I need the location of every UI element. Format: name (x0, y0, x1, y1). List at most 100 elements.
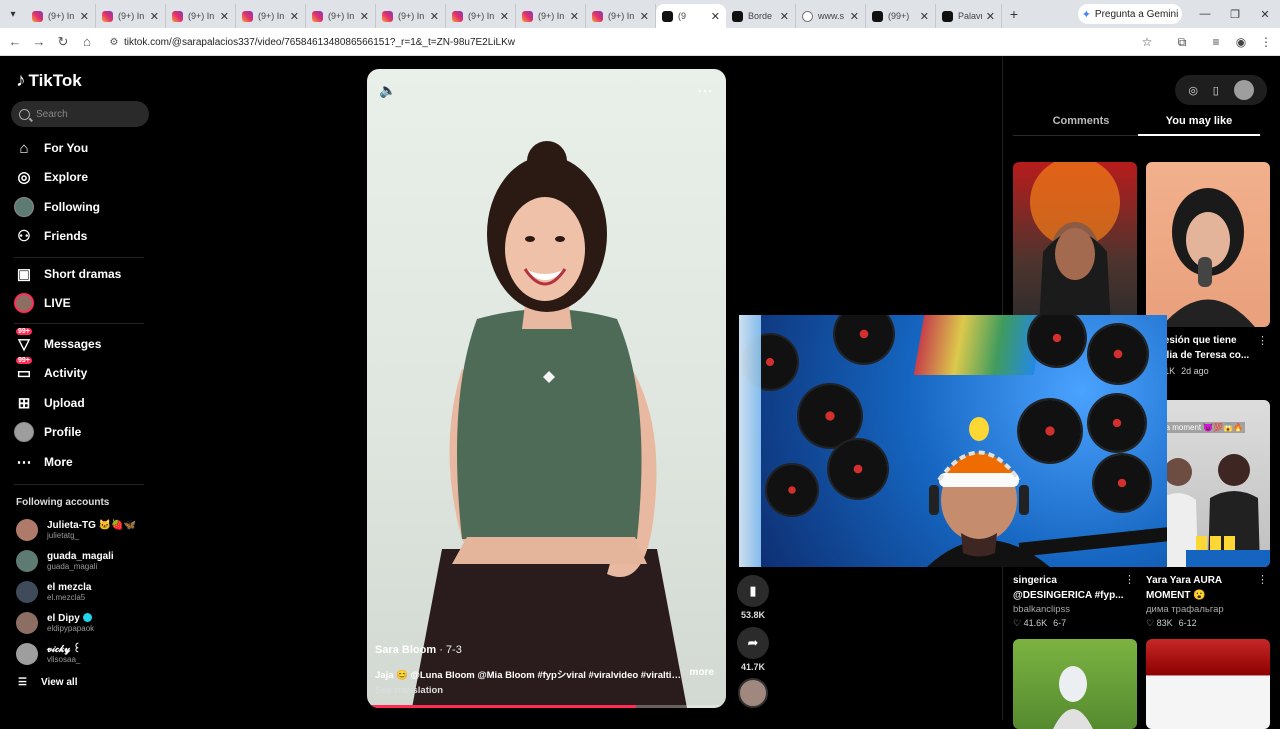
reload-icon[interactable]: ↻ (51, 30, 75, 54)
new-tab-icon[interactable]: + (1002, 6, 1026, 22)
tab-close-icon[interactable]: ✕ (290, 10, 299, 23)
browser-tab[interactable]: (9+) In ✕ (306, 4, 376, 28)
tab-close-icon[interactable]: ✕ (986, 10, 995, 23)
card-options-icon[interactable]: ⋮ (1257, 334, 1268, 347)
caption-more-button[interactable]: more (690, 667, 714, 678)
nav-short-dramas[interactable]: ▣ Short dramas (14, 262, 121, 286)
see-translation-link[interactable]: See translation (375, 685, 443, 696)
card-author[interactable]: дима трафальгар (1146, 604, 1270, 615)
view-all-button[interactable]: ☰ View all (18, 677, 77, 688)
following-account[interactable]: Julieta-TG 🐱🍓🦋 julietatg_ (16, 516, 136, 544)
nav-activity[interactable]: ▭ 99+ Activity (14, 357, 87, 385)
video-more-icon[interactable]: ⋯ (697, 81, 714, 101)
close-window-icon[interactable]: ✕ (1250, 0, 1280, 28)
volume-icon[interactable]: 🔈 (379, 82, 396, 99)
extensions-icon[interactable]: ⧉ (1170, 30, 1194, 54)
gemini-button[interactable]: ✦ Pregunta a Gemini (1078, 4, 1182, 24)
nav-messages[interactable]: ▽ 99+ Messages (14, 328, 101, 356)
explore-compass-icon[interactable]: ◎ (1188, 84, 1198, 97)
nav-more[interactable]: ⋯ More (14, 450, 73, 474)
profile-icon[interactable]: ◉ (1229, 30, 1253, 54)
tab-close-icon[interactable]: ✕ (920, 10, 929, 23)
tab-close-icon[interactable]: ✕ (430, 10, 439, 23)
card-thumbnail[interactable] (1146, 162, 1270, 327)
back-icon[interactable]: ← (3, 30, 27, 54)
nav-for-you[interactable]: ⌂ For You (14, 136, 88, 160)
forward-icon[interactable]: → (27, 30, 51, 54)
nav-following[interactable]: Following (14, 195, 100, 219)
card-thumbnail[interactable] (1013, 162, 1137, 327)
browser-tab[interactable]: (9+) In ✕ (376, 4, 446, 28)
video-author[interactable]: Sara Bloom · 7-3 (375, 644, 462, 656)
nav-upload[interactable]: ⊞ Upload (14, 391, 85, 415)
user-avatar[interactable] (1233, 80, 1254, 100)
tab-close-icon[interactable]: ✕ (780, 10, 789, 23)
tab-you-may-like[interactable]: You may like (1138, 115, 1260, 135)
card-title[interactable]: singerica @DESINGERICA #fyp... (1013, 573, 1125, 603)
tab-close-icon[interactable]: ✕ (360, 10, 369, 23)
site-info-icon[interactable]: ⚙ (104, 37, 124, 48)
nav-label: Profile (44, 425, 82, 439)
tab-close-icon[interactable]: ✕ (500, 10, 509, 23)
device-icon[interactable]: ▯ (1213, 84, 1219, 97)
following-account[interactable]: 𝓋𝒾𝒸𝓀𝓎 ꒰ vlisosaa_ (16, 640, 81, 668)
nav-live[interactable]: LIVE (14, 291, 71, 315)
following-account[interactable]: guada_magali guada_magali (16, 547, 114, 575)
tiktok-logo[interactable]: ♪ TikTok (16, 70, 82, 92)
tab-close-icon[interactable]: ✕ (640, 10, 649, 23)
tab-close-icon[interactable]: ✕ (850, 10, 859, 23)
browser-menu-icon[interactable]: ⋮ (1254, 30, 1278, 54)
vinyl-record (829, 440, 887, 498)
url-field[interactable]: ⚙ tiktok.com/@sarapalacios337/video/7658… (104, 31, 1164, 53)
following-account[interactable]: el mezcla el.mezcla5 (16, 578, 91, 606)
browser-tab[interactable]: (9+) In ✕ (446, 4, 516, 28)
browser-tab[interactable]: (9+) In ✕ (516, 4, 586, 28)
restore-icon[interactable]: ❐ (1220, 0, 1250, 28)
nav-label: Short dramas (44, 267, 122, 281)
browser-tab[interactable]: (9+) In ✕ (26, 4, 96, 28)
avatar (16, 519, 38, 541)
nav-profile[interactable]: Profile (14, 420, 81, 444)
card-author[interactable]: bbalkanclipss (1013, 604, 1137, 615)
nav-friends[interactable]: ⚇ Friends (14, 224, 87, 248)
video-player[interactable]: 🔈 ⋯ Sara Bloom · 7-3 Jaja 😊 @Luna Bloom … (367, 69, 726, 708)
video-progress-bar[interactable] (367, 705, 726, 708)
share-button[interactable]: ➦ (737, 627, 769, 659)
tab-search-icon[interactable]: ▾ (0, 0, 26, 28)
browser-tab[interactable]: Palavr ✕ (936, 4, 1002, 28)
following-account[interactable]: el Dipy eldipypapaok (16, 609, 94, 637)
browser-tab[interactable]: (9+) In ✕ (236, 4, 306, 28)
browser-tab[interactable]: Borde ✕ (726, 4, 796, 28)
tab-close-icon[interactable]: ✕ (570, 10, 579, 23)
sound-avatar[interactable] (738, 678, 768, 708)
floating-pip-video[interactable] (739, 315, 1167, 567)
browser-tab[interactable]: (9+) In ✕ (96, 4, 166, 28)
tab-comments[interactable]: Comments (1028, 115, 1134, 135)
browser-tab[interactable]: (9+) In ✕ (166, 4, 236, 28)
recommended-card[interactable] (1013, 162, 1137, 327)
bookmark-star-icon[interactable]: ☆ (1135, 30, 1159, 54)
recommended-card[interactable] (1013, 639, 1137, 729)
card-options-icon[interactable]: ⋮ (1257, 573, 1268, 586)
compass-icon: ◎ (17, 169, 31, 186)
tab-close-icon[interactable]: ✕ (711, 10, 720, 23)
card-options-icon[interactable]: ⋮ (1124, 573, 1135, 586)
card-thumbnail[interactable] (1013, 639, 1137, 729)
recommended-card[interactable] (1146, 639, 1270, 729)
media-controls-icon[interactable]: ≡ (1204, 30, 1228, 54)
search-input[interactable]: Search (11, 101, 149, 127)
home-button-icon[interactable]: ⌂ (75, 30, 99, 54)
bookmark-button[interactable]: ▮ (737, 575, 769, 607)
minimize-icon[interactable]: — (1190, 0, 1220, 28)
browser-tab[interactable]: (99+) ✕ (866, 4, 936, 28)
tab-close-icon[interactable]: ✕ (80, 10, 89, 23)
tab-close-icon[interactable]: ✕ (150, 10, 159, 23)
browser-tab[interactable]: www.s ✕ (796, 4, 866, 28)
card-thumbnail[interactable] (1146, 639, 1270, 729)
card-title[interactable]: Yara Yara AURA MOMENT 😮 (1146, 573, 1258, 603)
tab-close-icon[interactable]: ✕ (220, 10, 229, 23)
browser-tab[interactable]: (9 ✕ (656, 4, 726, 28)
browser-tab[interactable]: (9+) In ✕ (586, 4, 656, 28)
nav-explore[interactable]: ◎ Explore (14, 165, 88, 189)
instagram-icon (452, 10, 463, 22)
